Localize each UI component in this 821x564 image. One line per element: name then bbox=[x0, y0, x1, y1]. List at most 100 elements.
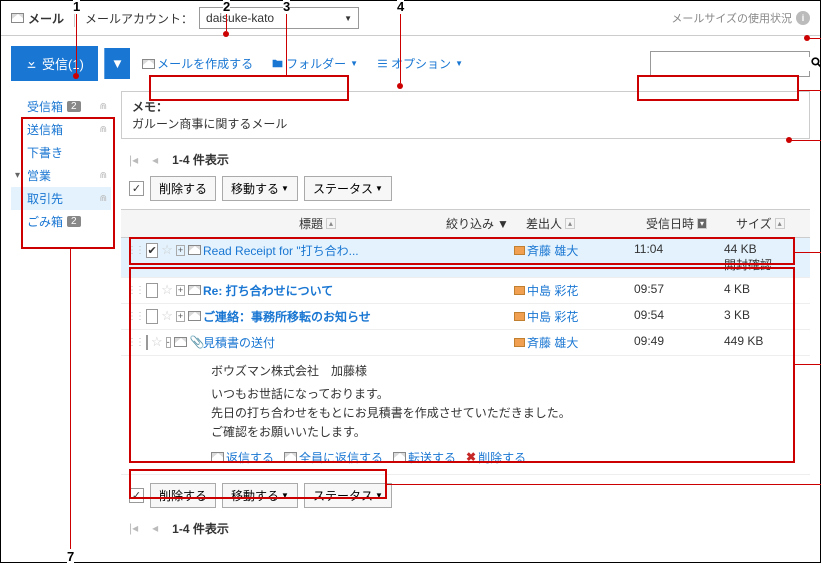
folder-link[interactable]: フォルダー ▼ bbox=[265, 51, 364, 76]
prev-page-icon[interactable]: ◂ bbox=[152, 521, 158, 535]
forward-icon bbox=[393, 452, 406, 462]
col-size[interactable]: サイズ▴ bbox=[730, 210, 810, 237]
expand-icon[interactable]: + bbox=[176, 245, 185, 256]
download-icon bbox=[25, 57, 38, 70]
first-page-icon[interactable]: |◂ bbox=[129, 521, 138, 535]
table-header: 標題▴ 絞り込み▼ 差出人▴ 受信日時▾ サイズ▴ bbox=[121, 210, 810, 238]
mail-preview: ボウズマン株式会社 加藤様 いつもお世話になっております。 先日の打ち合わせをも… bbox=[121, 356, 810, 475]
col-filter[interactable]: 絞り込み▼ bbox=[440, 210, 520, 237]
collapse-icon[interactable]: ▾ bbox=[15, 170, 23, 181]
row-size: 4 KB bbox=[724, 282, 804, 296]
select-all-checkbox[interactable]: ✓ bbox=[129, 488, 144, 503]
memo-box: メモ： ガルーン商事に関するメール bbox=[121, 91, 810, 139]
compose-link[interactable]: メールを作成する bbox=[136, 51, 259, 76]
reply-icon bbox=[211, 452, 224, 462]
options-link[interactable]: オプション ▼ bbox=[370, 51, 469, 76]
reply-link[interactable]: 返信する bbox=[211, 449, 274, 466]
mail-table: 標題▴ 絞り込み▼ 差出人▴ 受信日時▾ サイズ▴ ⋮⋮✔☆+ Read Rec… bbox=[121, 209, 810, 475]
row-subject[interactable]: 見積書の送付 bbox=[201, 334, 514, 351]
pager-top: |◂ ◂ 1-4 件表示 bbox=[121, 147, 810, 172]
col-date[interactable]: 受信日時▾ bbox=[640, 210, 730, 237]
callout-2: 2 bbox=[223, 0, 230, 14]
row-subject[interactable]: Re: 打ち合わせについて bbox=[201, 282, 514, 299]
search-icon bbox=[810, 56, 821, 69]
rss-icon: ⋒ bbox=[99, 170, 107, 181]
sidebar-item-clients[interactable]: 取引先⋒ bbox=[11, 187, 111, 210]
select-all-checkbox[interactable]: ✓ bbox=[129, 181, 144, 196]
receive-dropdown[interactable]: ▼ bbox=[104, 48, 130, 79]
first-page-icon[interactable]: |◂ bbox=[129, 153, 138, 167]
sidebar-item-sent[interactable]: 送信箱⋒ bbox=[11, 118, 111, 141]
callout-4: 4 bbox=[397, 0, 404, 14]
receive-label: 受信(1) bbox=[42, 54, 84, 73]
rss-icon: ⋒ bbox=[99, 101, 107, 112]
receive-button[interactable]: 受信(1) bbox=[11, 46, 98, 81]
row-checkbox[interactable] bbox=[146, 335, 148, 350]
row-checkbox[interactable] bbox=[146, 283, 158, 298]
contact-icon bbox=[514, 312, 525, 321]
row-date: 11:04 bbox=[634, 242, 724, 256]
status-button[interactable]: ステータス▼ bbox=[304, 176, 392, 201]
table-row[interactable]: ⋮⋮ ☆+ Re: 打ち合わせについて 中島 彩花 09:57 4 KB bbox=[121, 278, 810, 304]
compose-icon bbox=[142, 59, 155, 69]
star-icon[interactable]: ☆ bbox=[161, 242, 173, 258]
row-date: 09:57 bbox=[634, 282, 724, 296]
sidebar-item-sales[interactable]: ▾営業⋒ bbox=[11, 164, 111, 187]
row-sender[interactable]: 中島 彩花 bbox=[514, 308, 634, 325]
sidebar-item-trash[interactable]: ごみ箱2 bbox=[11, 210, 111, 233]
table-row[interactable]: ⋮⋮ ☆+ ご連絡：事務所移転のお知らせ 中島 彩花 09:54 3 KB bbox=[121, 304, 810, 330]
star-icon[interactable]: ☆ bbox=[161, 282, 173, 298]
forward-link[interactable]: 転送する bbox=[393, 449, 456, 466]
row-subject[interactable]: Read Receipt for "打ち合わ... bbox=[201, 242, 514, 259]
preview-line: いつもお世話になっております。 bbox=[211, 385, 800, 404]
mail-usage-link[interactable]: メールサイズの使用状況 i bbox=[671, 10, 810, 26]
contact-icon bbox=[514, 246, 525, 255]
row-sender[interactable]: 斉藤 雄大 bbox=[514, 334, 634, 351]
preview-greeting: ボウズマン株式会社 加藤様 bbox=[211, 362, 800, 379]
col-subject[interactable]: 標題▴ bbox=[195, 210, 440, 237]
drag-handle-icon[interactable]: ⋮⋮ bbox=[127, 285, 143, 296]
search-input[interactable] bbox=[655, 57, 810, 71]
sort-icon: ▴ bbox=[565, 218, 575, 229]
expand-icon[interactable]: + bbox=[176, 285, 185, 296]
drag-handle-icon[interactable]: ⋮⋮ bbox=[127, 337, 143, 348]
star-icon[interactable]: ☆ bbox=[151, 334, 163, 350]
delete-link[interactable]: ✖削除する bbox=[466, 449, 526, 466]
callout-3: 3 bbox=[283, 0, 290, 14]
collapse-icon[interactable]: - bbox=[166, 337, 171, 348]
move-button[interactable]: 移動する▼ bbox=[222, 483, 298, 508]
move-button[interactable]: 移動する▼ bbox=[222, 176, 298, 201]
memo-text: ガルーン商事に関するメール bbox=[132, 117, 287, 131]
search-box[interactable] bbox=[650, 51, 810, 77]
drag-handle-icon[interactable]: ⋮⋮ bbox=[127, 311, 143, 322]
contact-icon bbox=[514, 338, 525, 347]
sidebar-item-draft[interactable]: 下書き bbox=[11, 141, 111, 164]
prev-page-icon[interactable]: ◂ bbox=[152, 153, 158, 167]
delete-button[interactable]: 削除する bbox=[150, 483, 216, 508]
sort-active-icon: ▾ bbox=[697, 218, 707, 229]
row-size: 3 KB bbox=[724, 308, 804, 322]
row-sender[interactable]: 中島 彩花 bbox=[514, 282, 634, 299]
delete-button[interactable]: 削除する bbox=[150, 176, 216, 201]
status-button[interactable]: ステータス▼ bbox=[304, 483, 392, 508]
drag-handle-icon[interactable]: ⋮⋮ bbox=[127, 245, 143, 256]
chevron-down-icon: ▼ bbox=[350, 59, 358, 68]
col-sender[interactable]: 差出人▴ bbox=[520, 210, 640, 237]
table-row[interactable]: ⋮⋮✔☆+ Read Receipt for "打ち合わ... 斉藤 雄大 11… bbox=[121, 238, 810, 278]
row-sender[interactable]: 斉藤 雄大 bbox=[514, 242, 634, 259]
expand-icon[interactable]: + bbox=[176, 311, 185, 322]
search-button[interactable] bbox=[810, 56, 821, 72]
folder-sidebar: 受信箱2⋒ 送信箱⋒ 下書き ▾営業⋒ 取引先⋒ ごみ箱2 bbox=[11, 91, 111, 541]
sidebar-item-inbox[interactable]: 受信箱2⋒ bbox=[11, 95, 111, 118]
row-date: 09:54 bbox=[634, 308, 724, 322]
contact-icon bbox=[514, 286, 525, 295]
table-row[interactable]: ⋮⋮☆-📎 見積書の送付 斉藤 雄大 09:49 449 KB bbox=[121, 330, 810, 356]
row-checkbox[interactable]: ✔ bbox=[146, 243, 158, 258]
bulk-actions-top: ✓ 削除する 移動する▼ ステータス▼ bbox=[121, 172, 810, 209]
reply-all-icon bbox=[284, 452, 297, 462]
row-checkbox[interactable] bbox=[146, 309, 158, 324]
star-icon[interactable]: ☆ bbox=[161, 308, 173, 324]
reply-all-link[interactable]: 全員に返信する bbox=[284, 449, 383, 466]
mail-icon bbox=[188, 245, 201, 255]
row-subject[interactable]: ご連絡：事務所移転のお知らせ bbox=[201, 308, 514, 325]
